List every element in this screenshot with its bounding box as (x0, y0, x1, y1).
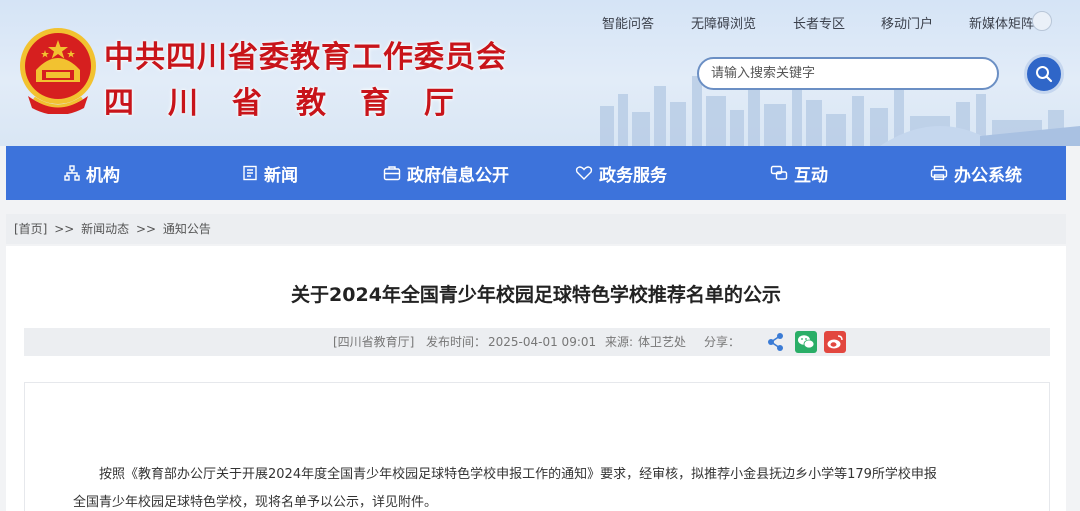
nav-item-label: 互动 (794, 165, 828, 186)
nav-item-news[interactable]: 新闻 (242, 146, 298, 200)
link-smart-qa[interactable]: 智能问答 (602, 13, 654, 32)
search-button[interactable] (1024, 54, 1064, 94)
wechat-icon[interactable] (795, 331, 817, 353)
new-media-icon[interactable] (1032, 11, 1052, 31)
site-header: 中共四川省委教育工作委员会 四川省教育厅 智能问答 无障碍浏览 长者专区 移动门… (0, 0, 1080, 146)
link-elder-zone[interactable]: 长者专区 (793, 13, 845, 32)
nav-item-label: 机构 (86, 165, 120, 186)
nav-item-label: 政府信息公开 (407, 165, 509, 186)
nav-item-office[interactable]: 办公系统 (930, 146, 1022, 200)
article-title: 关于2024年全国青少年校园足球特色学校推荐名单的公示 (291, 284, 781, 306)
search-icon (1036, 66, 1053, 83)
nav-item-label: 办公系统 (954, 165, 1022, 186)
paragraph-line-2: 全国青少年校园足球特色学校，现将名单予以公示，详见附件。 (73, 495, 438, 510)
national-emblem-icon (20, 28, 96, 114)
meta-date-label: 发布时间： (426, 335, 487, 349)
paragraph-line-1: 按照《教育部办公厅关于开展2024年度全国青少年校园足球特色学校申报工作的通知》… (99, 467, 937, 482)
link-accessibility[interactable]: 无障碍浏览 (691, 13, 756, 32)
breadcrumb-separator: >> (54, 222, 75, 236)
nav-item-org[interactable]: 机构 (64, 146, 120, 200)
nav-item-info-open[interactable]: 政府信息公开 (383, 146, 509, 200)
meta-share-label: 分享： (704, 335, 741, 349)
news-icon (243, 165, 257, 181)
info-open-icon (383, 166, 401, 181)
meta-date: 2025-04-01 09:01 (488, 335, 597, 349)
link-new-media-matrix[interactable]: 新媒体矩阵 (969, 13, 1034, 32)
nav-item-interact[interactable]: 互动 (770, 146, 828, 200)
article-meta-bar: [四川省教育厅] 发布时间： 2025-04-01 09:01 来源: 体卫艺处… (24, 328, 1050, 356)
share-icon[interactable] (766, 331, 786, 353)
nav-item-label: 新闻 (264, 165, 298, 186)
meta-publisher: [四川省教育厅] (333, 335, 415, 349)
article-container: 关于2024年全国青少年校园足球特色学校推荐名单的公示 [四川省教育厅] 发布时… (6, 246, 1066, 511)
main-nav: 机构 新闻 政府信息公开 政务服务 互动 办公系统 (6, 146, 1066, 200)
weibo-icon[interactable] (824, 331, 846, 353)
site-title-primary: 中共四川省委教育工作委员会 (104, 40, 507, 75)
breadcrumb: [首页] >> 新闻动态 >> 通知公告 (6, 214, 1066, 244)
service-icon (575, 166, 593, 180)
interact-icon (770, 165, 788, 180)
site-title-secondary: 四川省教育厅 (104, 86, 488, 121)
org-icon (64, 165, 80, 181)
link-mobile-portal[interactable]: 移动门户 (881, 13, 933, 32)
search-input[interactable] (697, 57, 999, 90)
breadcrumb-home[interactable]: [首页] (14, 222, 47, 236)
office-icon (930, 165, 948, 181)
breadcrumb-news[interactable]: 新闻动态 (81, 222, 129, 236)
breadcrumb-separator: >> (135, 222, 157, 236)
breadcrumb-notices[interactable]: 通知公告 (163, 222, 211, 236)
nav-item-label: 政务服务 (599, 165, 667, 186)
meta-source: 体卫艺处 (638, 335, 687, 349)
top-utility-links: 智能问答 无障碍浏览 长者专区 移动门户 新媒体矩阵 (600, 11, 1060, 33)
nav-item-gov-service[interactable]: 政务服务 (575, 146, 667, 200)
article-paragraph: 按照《教育部办公厅关于开展2024年度全国青少年校园足球特色学校申报工作的通知》… (73, 461, 1023, 511)
meta-source-label: 来源: (605, 335, 634, 349)
article-body: 按照《教育部办公厅关于开展2024年度全国青少年校园足球特色学校申报工作的通知》… (24, 382, 1050, 511)
